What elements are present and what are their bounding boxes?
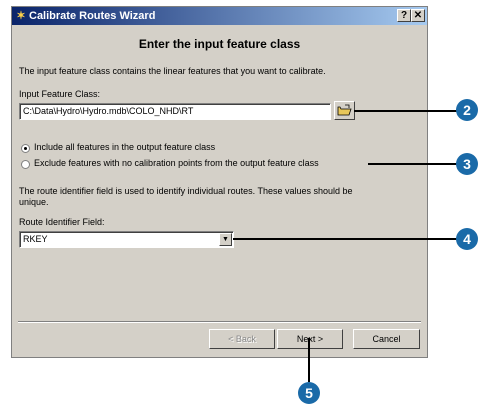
include-all-label[interactable]: Include all features in the output featu…: [34, 142, 215, 152]
route-info-line1: The route identifier field is used to id…: [19, 186, 353, 196]
back-button[interactable]: < Back: [209, 329, 275, 349]
callout-4: 4: [456, 228, 478, 250]
exclude-features-label[interactable]: Exclude features with no calibration poi…: [34, 158, 319, 168]
route-identifier-value: RKEY: [23, 234, 48, 244]
route-identifier-label: Route Identifier Field:: [19, 217, 105, 227]
page-heading: Enter the input feature class: [138, 37, 301, 51]
callout-3: 3: [456, 153, 478, 175]
wizard-icon: ✶: [16, 10, 26, 22]
exclude-features-radio[interactable]: [21, 160, 30, 169]
include-all-radio[interactable]: [21, 144, 30, 153]
next-button[interactable]: Next >: [277, 329, 343, 349]
route-identifier-dropdown[interactable]: RKEY ▼: [19, 231, 234, 248]
window-title: Calibrate Routes Wizard: [29, 10, 156, 22]
callout-4-line: [233, 238, 458, 240]
callout-2-line: [354, 110, 458, 112]
chevron-down-icon[interactable]: ▼: [219, 233, 232, 246]
description-text: The input feature class contains the lin…: [19, 66, 326, 76]
title-bar[interactable]: ✶ Calibrate Routes Wizard ? ✕: [12, 7, 427, 25]
route-info-line2: unique.: [19, 197, 49, 207]
open-folder-icon: [337, 104, 352, 116]
browse-button[interactable]: [334, 101, 355, 120]
callout-5-line: [308, 338, 310, 382]
cancel-button[interactable]: Cancel: [353, 329, 420, 349]
close-button[interactable]: ✕: [411, 9, 425, 22]
help-button[interactable]: ?: [397, 9, 411, 22]
callout-2: 2: [456, 99, 478, 121]
input-feature-class-field[interactable]: C:\Data\Hydro\Hydro.mdb\COLO_NHD\RT: [19, 103, 331, 120]
wizard-dialog: ✶ Calibrate Routes Wizard ? ✕ Enter the …: [11, 6, 428, 358]
callout-3-line: [368, 163, 458, 165]
callout-5: 5: [298, 382, 320, 404]
input-feature-class-label: Input Feature Class:: [19, 89, 101, 99]
separator: [18, 321, 421, 323]
